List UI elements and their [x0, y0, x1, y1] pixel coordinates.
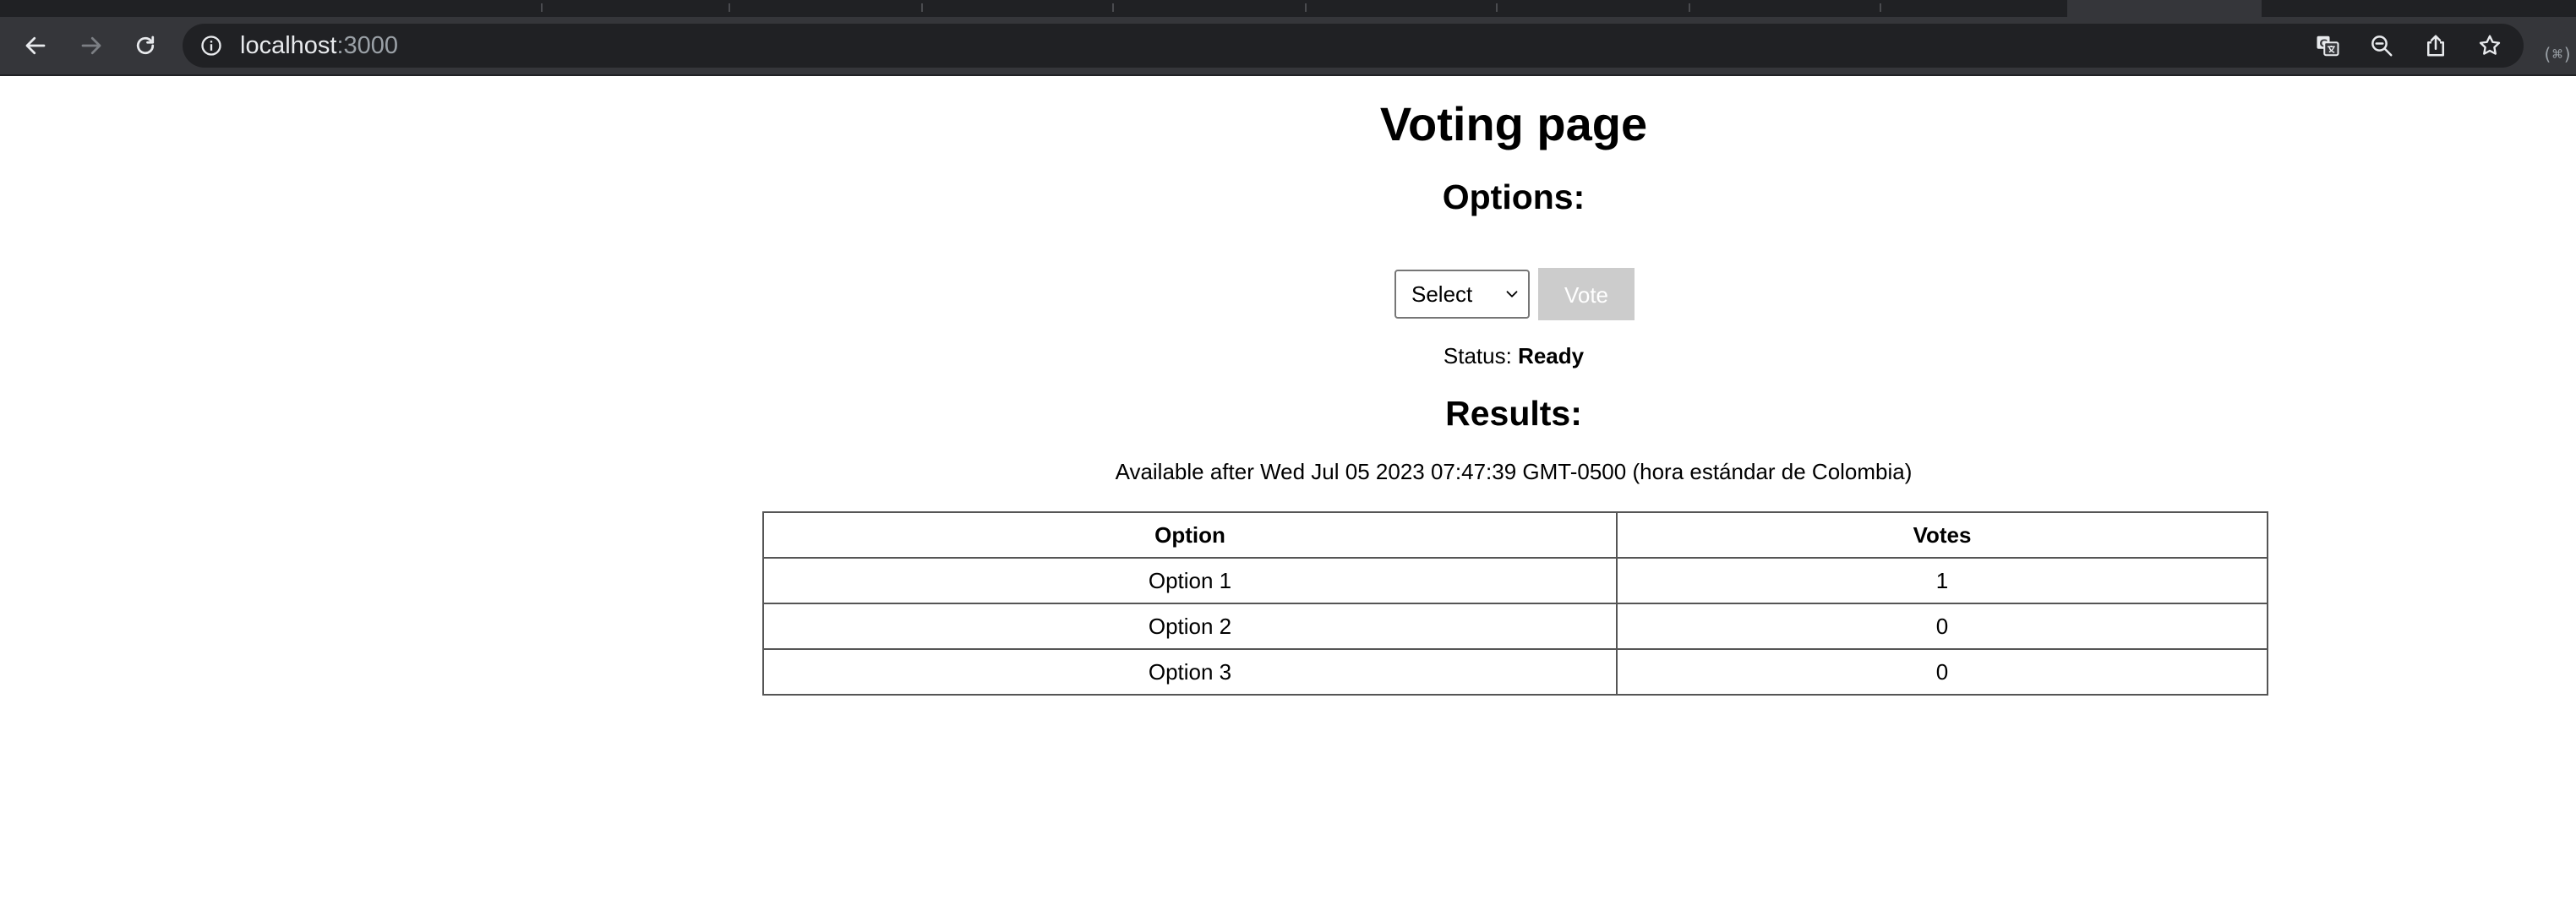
- bookmark-button[interactable]: [2475, 30, 2505, 61]
- column-header-option: Option: [762, 511, 1618, 559]
- status-value: Ready: [1518, 343, 1585, 368]
- reload-icon: [136, 35, 155, 55]
- url-text[interactable]: localhost:3000: [240, 24, 398, 68]
- option-select-value: Select: [1411, 281, 1473, 307]
- zoom-out-icon: [2371, 35, 2393, 57]
- vote-button[interactable]: Vote: [1538, 268, 1635, 320]
- forward-button[interactable]: [73, 27, 110, 64]
- chevron-down-icon: [1506, 291, 1518, 297]
- extension-icon[interactable]: (⌘): [2541, 42, 2574, 66]
- url-host: localhost: [240, 32, 337, 59]
- table-row: Option 2 0: [762, 603, 2268, 650]
- results-table: Option Votes Option 1 1 Option 2 0 Optio…: [762, 511, 2268, 696]
- table-row: Option 1 1: [762, 557, 2268, 604]
- option-cell: Option 1: [762, 557, 1618, 604]
- tab-separator: [1880, 3, 1881, 12]
- options-heading: Options:: [1442, 177, 1585, 216]
- translate-button[interactable]: G: [2312, 30, 2343, 61]
- option-cell: Option 2: [762, 603, 1618, 650]
- share-button[interactable]: [2420, 30, 2451, 61]
- status-line: Status: Ready: [1127, 343, 1900, 369]
- tab-separator: [921, 3, 923, 12]
- url-port: :3000: [336, 32, 399, 59]
- tab-separator: [1496, 3, 1498, 12]
- reload-button[interactable]: [127, 27, 164, 64]
- browser-chrome: localhost:3000 G: [0, 0, 2576, 76]
- tab-separator: [1112, 3, 1114, 12]
- address-bar[interactable]: localhost:3000 G: [183, 24, 2524, 68]
- table-header-row: Option Votes: [762, 511, 2268, 559]
- column-header-votes: Votes: [1616, 511, 2268, 559]
- back-icon: [25, 36, 46, 55]
- zoom-button[interactable]: [2366, 30, 2397, 61]
- table-row: Option 3 0: [762, 648, 2268, 696]
- status-label: Status:: [1443, 343, 1512, 368]
- bookmark-star-icon: [2479, 35, 2501, 55]
- option-cell: Option 3: [762, 648, 1618, 696]
- browser-toolbar: localhost:3000 G: [0, 17, 2576, 76]
- votes-cell: 0: [1616, 603, 2268, 650]
- translate-icon: G: [2317, 35, 2339, 57]
- share-icon: [2427, 35, 2444, 57]
- tab-separator: [1689, 3, 1690, 12]
- votes-cell: 1: [1616, 557, 2268, 604]
- votes-cell: 0: [1616, 648, 2268, 696]
- back-button[interactable]: [17, 27, 54, 64]
- tab-separator: [541, 3, 543, 12]
- page-title: Voting page: [1379, 97, 1648, 150]
- option-select[interactable]: Select: [1394, 270, 1530, 319]
- site-info-icon[interactable]: [199, 34, 223, 57]
- tab-strip: [0, 0, 2576, 17]
- forward-icon: [81, 36, 101, 55]
- tab-separator: [1305, 3, 1307, 12]
- active-tab[interactable]: [2067, 0, 2262, 17]
- results-heading: Results:: [1445, 394, 1582, 433]
- results-available-text: Available after Wed Jul 05 2023 07:47:39…: [1115, 459, 1913, 484]
- tab-separator: [729, 3, 730, 12]
- page-content: Voting page Options: Select Vote Status:…: [0, 74, 2576, 906]
